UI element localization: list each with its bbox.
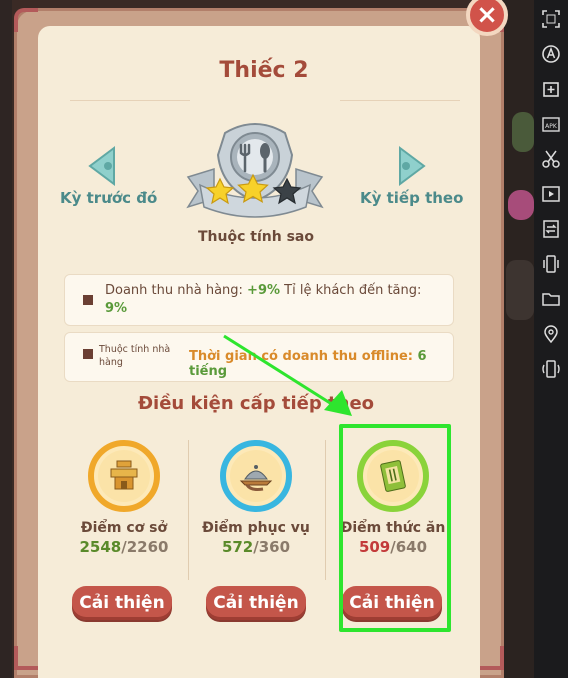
attribute-category: Thuộc tính nhà hàng [99,344,171,368]
location-icon[interactable] [540,323,562,345]
game-background-left [0,0,12,678]
improve-service-button[interactable]: Cải thiện [206,586,306,620]
scissors-icon[interactable] [540,148,562,170]
add-window-icon[interactable] [540,78,562,100]
building-icon [110,460,138,490]
video-icon[interactable] [540,183,562,205]
serving-tray-icon [239,465,273,491]
previous-arrow-icon[interactable] [84,146,118,186]
stat-value: 2548/2260 [79,538,169,556]
improve-base-button[interactable]: Cải thiện [72,586,172,620]
title-divider [340,100,460,101]
stat-value: 572/360 [221,538,291,556]
emulator-toolbar: APK [534,0,568,678]
bullet-icon [83,295,93,305]
folder-icon[interactable] [540,288,562,310]
bullet-icon [83,349,93,359]
attribute-text: Doanh thu nhà hàng: +9% Tỉ lệ khách đến … [105,283,422,316]
dialog-title: Thiếc 2 [219,58,309,83]
annotation-arrow-icon [223,334,352,416]
next-period-button[interactable]: Kỳ tiếp theo [360,189,463,207]
previous-period-button[interactable]: Kỳ trước đó [60,189,157,207]
attributes-heading: Thuộc tính sao [198,229,314,245]
next-arrow-icon[interactable] [396,146,430,186]
apk-icon[interactable]: APK [540,113,562,135]
corner-ornament [14,646,38,670]
transfer-icon[interactable] [540,218,562,240]
stat-ring [220,440,292,512]
stat-base-points: Điểm cơ sở 2548/2260 [49,440,199,556]
close-icon: × [476,0,498,30]
svg-text:APK: APK [545,123,558,130]
annotation-highlight [339,424,451,632]
rotate-icon[interactable] [540,358,562,380]
stat-service-points: Điểm phục vụ 572/360 [181,440,331,556]
stat-ring [88,440,160,512]
vibrate-icon[interactable] [540,253,562,275]
corner-ornament [480,646,504,670]
title-divider [70,100,190,101]
game-background-right [500,0,534,678]
screenshot-icon[interactable] [540,8,562,30]
auto-icon[interactable] [540,43,562,65]
tin-rank-badge [186,123,324,218]
attribute-row: Doanh thu nhà hàng: +9% Tỉ lệ khách đến … [64,274,454,326]
corner-ornament [14,8,38,32]
